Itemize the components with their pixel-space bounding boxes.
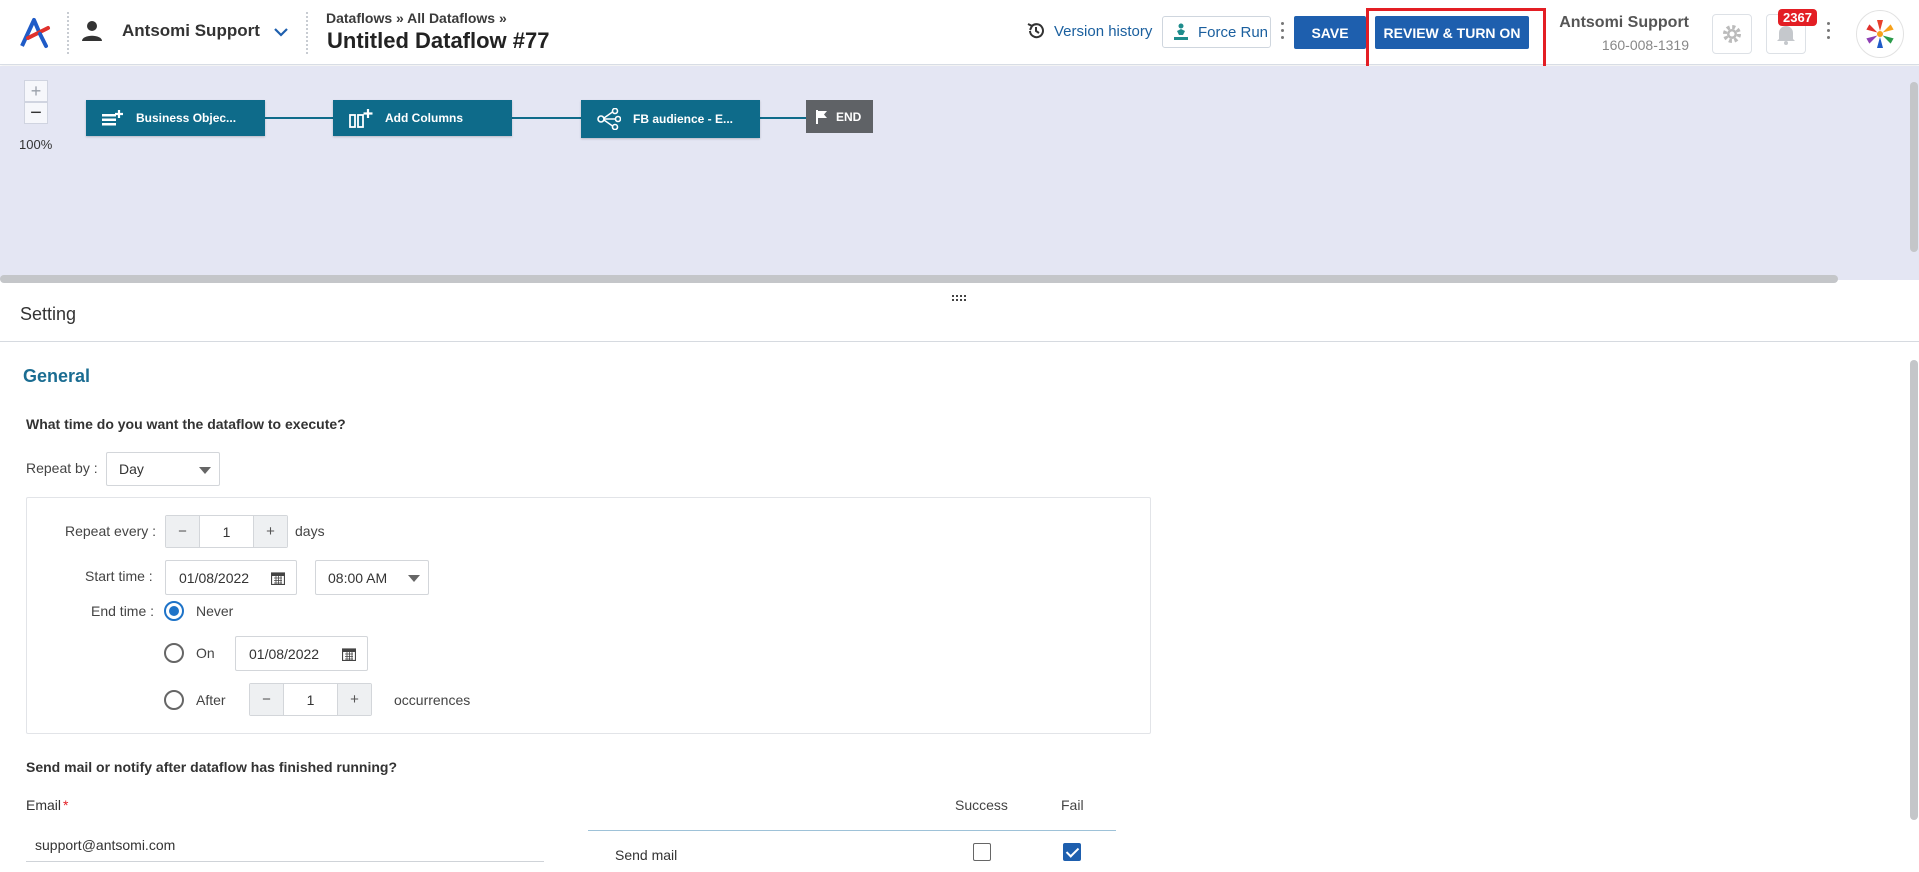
flow-node-fb-audience[interactable]: FB audience - E... [581,100,760,138]
zoom-controls: + − [24,80,48,124]
flow-edge [265,117,333,119]
avatar[interactable] [1856,10,1904,58]
vertical-scrollbar[interactable] [1910,82,1918,252]
occurrences-value[interactable]: 1 [283,684,338,715]
antsomi-logo-icon[interactable] [18,16,52,50]
account-switcher[interactable]: Antsomi Support [82,20,260,42]
version-history-button[interactable]: Version history [1026,21,1152,41]
flow-node-business-object[interactable]: Business Objec... [86,100,265,136]
force-run-button[interactable]: Force Run [1162,16,1271,48]
node-label: Business Objec... [136,111,237,125]
version-history-label: Version history [1054,22,1153,40]
setting-title: Setting [20,304,77,324]
flow-canvas[interactable]: + − 100% Business Objec... Add Columns F… [0,66,1919,283]
user-icon [82,21,102,41]
node-label: Add Columns [385,111,463,125]
email-input[interactable]: support@antsomi.com [26,828,544,862]
occurrences-unit: occurrences [394,692,471,708]
occurrences-stepper[interactable]: − 1 + [249,683,372,716]
notification-badge: 2367 [1778,9,1817,26]
save-button[interactable]: SAVE [1294,16,1366,49]
force-run-label: Force Run [1198,23,1269,41]
end-never-label: Never [196,603,234,619]
setting-header: Setting [0,284,1919,342]
repeat-every-stepper[interactable]: − 1 + [165,515,288,548]
start-date-value: 01/08/2022 [179,569,250,586]
repeat-by-value: Day [119,461,144,477]
history-icon [1027,23,1044,39]
send-mail-label: Send mail [615,847,678,863]
settings-scrollbar[interactable] [1910,360,1918,820]
node-label: FB audience - E... [633,112,734,126]
flow-node-add-columns[interactable]: Add Columns [333,100,512,136]
add-columns-icon [349,109,373,128]
repeat-every-value[interactable]: 1 [199,516,254,547]
repeat-by-label: Repeat by : [26,460,98,476]
repeat-every-unit: days [295,523,325,539]
required-marker: * [63,797,69,813]
increment-button[interactable]: + [338,684,371,715]
schedule-question: What time do you want the dataflow to ex… [26,416,346,432]
more-options-icon[interactable] [1827,22,1831,43]
flow-edge [760,117,806,119]
flow-edge [512,117,581,119]
runner-icon [1174,23,1188,40]
end-after-radio[interactable] [164,690,184,710]
brand-flower-icon [1866,20,1894,48]
end-after-label: After [196,692,226,708]
start-time-label: Start time : [85,568,153,584]
zoom-in-button[interactable]: + [24,80,48,102]
business-object-add-icon [102,110,123,126]
increment-button[interactable]: + [254,516,287,547]
page-title[interactable]: Untitled Dataflow #77 [327,28,549,54]
header-divider [306,12,308,54]
flow-node-end[interactable]: END [806,100,873,133]
end-never-radio[interactable] [164,601,184,621]
user-name: Antsomi Support [1559,14,1689,31]
table-divider [588,830,1116,831]
chevron-down-icon[interactable] [273,26,289,38]
flag-icon [816,109,827,124]
decrement-button[interactable]: − [166,516,199,547]
settings-button[interactable] [1712,14,1752,54]
end-time-label: End time : [91,603,155,619]
user-id: 160-008-1319 [1601,37,1689,53]
more-options-icon[interactable] [1281,22,1285,43]
end-on-label: On [196,645,215,661]
horizontal-scrollbar[interactable] [0,275,1838,283]
zoom-out-button[interactable]: − [24,102,48,124]
repeat-every-label: Repeat every : [65,523,157,539]
send-mail-success-checkbox[interactable] [973,843,991,861]
start-hour-value: 08:00 AM [328,569,388,586]
email-label-text: Email [26,797,62,813]
repeat-by-select[interactable]: Day [106,452,220,486]
col-fail-header: Fail [1061,797,1084,813]
end-date-picker[interactable]: 01/08/2022 [235,636,368,671]
col-success-header: Success [955,797,1008,813]
section-general-title: General [23,366,91,386]
breadcrumb[interactable]: Dataflows » All Dataflows » [326,10,507,26]
send-mail-fail-checkbox[interactable] [1063,843,1081,861]
calendar-icon [271,572,285,585]
email-label: Email * [26,797,68,813]
top-header: Antsomi Support Dataflows » All Dataflow… [0,0,1919,69]
calendar-icon [342,648,356,661]
start-hour-select[interactable]: 08:00 AM [315,560,429,595]
end-on-radio[interactable] [164,643,184,663]
gear-icon [1723,25,1741,43]
start-date-picker[interactable]: 01/08/2022 [165,560,297,595]
share-nodes-icon [597,108,621,130]
app-root: Antsomi Support Dataflows » All Dataflow… [0,0,1919,872]
notify-question: Send mail or notify after dataflow has f… [26,759,398,775]
header-divider [67,12,69,54]
bell-icon [1777,26,1795,45]
review-turn-on-button[interactable]: REVIEW & TURN ON [1375,16,1529,49]
account-name: Antsomi Support [122,21,260,40]
zoom-level: 100% [19,137,53,152]
end-date-value: 01/08/2022 [249,645,320,662]
end-label: END [836,109,862,124]
decrement-button[interactable]: − [250,684,283,715]
caret-down-icon [408,575,420,582]
caret-down-icon [199,467,211,474]
